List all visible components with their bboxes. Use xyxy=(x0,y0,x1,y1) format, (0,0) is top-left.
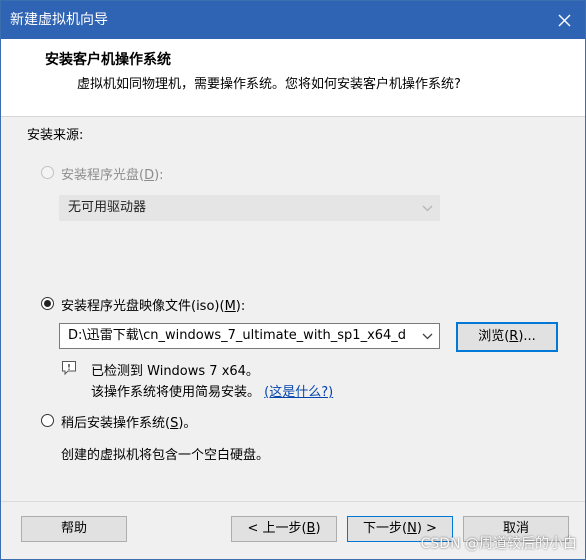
iso-radio[interactable] xyxy=(41,297,54,310)
easy-install-text: 该操作系统将使用简易安装。 (这是什么?) xyxy=(91,385,334,400)
disc-radio[interactable] xyxy=(41,166,54,179)
iso-option-label[interactable]: 安装程序光盘映像文件(iso)(M): xyxy=(61,295,245,314)
later-option-label[interactable]: 稍后安装操作系统(S)。 xyxy=(61,412,196,431)
install-source-label: 安装来源: xyxy=(27,128,84,143)
chevron-down-icon[interactable] xyxy=(422,324,433,348)
header-subtitle: 虚拟机如同物理机，需要操作系统。您将如何安装客户机操作系统? xyxy=(77,77,461,92)
new-vm-wizard-window: 新建虚拟机向导 安装客户机操作系统 虚拟机如同物理机，需要操作系统。您将如何安装… xyxy=(0,0,586,560)
disc-option-label[interactable]: 安装程序光盘(D): xyxy=(61,164,164,183)
window-title: 新建虚拟机向导 xyxy=(10,12,108,28)
later-description: 创建的虚拟机将包含一个空白硬盘。 xyxy=(61,448,270,463)
footer-divider xyxy=(1,501,585,502)
watermark-text: CSDN @周道较后的小白 xyxy=(420,536,577,552)
drive-select-value: 无可用驱动器 xyxy=(68,200,147,215)
browse-button[interactable]: 浏览(R)... xyxy=(456,322,558,352)
header-title: 安装客户机操作系统 xyxy=(45,52,171,68)
close-button[interactable] xyxy=(543,1,585,39)
title-bar: 新建虚拟机向导 xyxy=(1,1,585,39)
help-button[interactable]: 帮助 xyxy=(21,516,127,542)
wizard-header: 安装客户机操作系统 虚拟机如同物理机，需要操作系统。您将如何安装客户机操作系统? xyxy=(1,39,585,117)
iso-path-value: D:\迅雷下载\cn_windows_7_ultimate_with_sp1_x… xyxy=(68,328,407,343)
info-message-icon xyxy=(62,361,76,376)
chevron-down-icon xyxy=(422,196,433,220)
detected-os-text: 已检测到 Windows 7 x64。 xyxy=(91,364,259,379)
whats-this-link[interactable]: (这是什么?) xyxy=(264,385,333,400)
drive-select[interactable]: 无可用驱动器 xyxy=(59,195,440,221)
later-radio[interactable] xyxy=(41,414,54,427)
back-button[interactable]: < 上一步(B) xyxy=(231,516,337,542)
close-icon[interactable] xyxy=(558,14,571,27)
iso-path-input[interactable]: D:\迅雷下载\cn_windows_7_ultimate_with_sp1_x… xyxy=(59,323,440,349)
